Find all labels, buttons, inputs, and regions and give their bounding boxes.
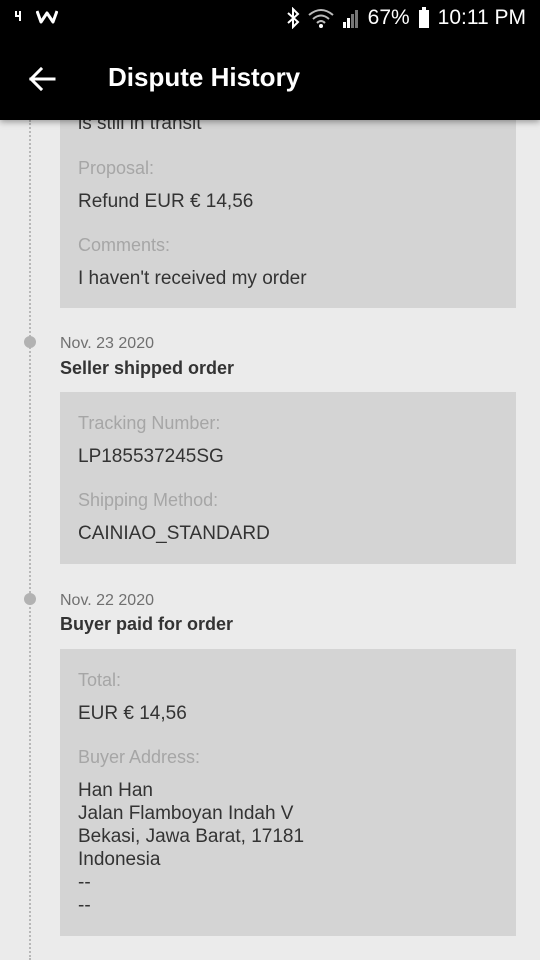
comments-value: I haven't received my order [78,268,307,289]
buyer-address-label: Buyer Address: [78,747,201,767]
comments-label: Comments: [78,235,171,255]
buyer-address-value: Han Han Jalan Flamboyan Indah V Bekasi, … [78,780,305,916]
shipping-method-value: CAINIAO_STANDARD [78,523,270,544]
tracking-number-value: LP185537245SG [78,446,224,467]
event-card: is still in transit Proposal: Refund EUR… [60,120,516,308]
event-card: Tracking Number: LP185537245SG Shipping … [60,392,516,564]
event-date: Nov. 22 2020 [60,592,154,609]
proposal-label: Proposal: [78,158,155,178]
battery-percent: 67% [367,6,410,29]
w-logo-icon [36,8,58,24]
timeline-dot [24,593,36,605]
timeline-dot [24,336,36,348]
proposal-value: Refund EUR € 14,56 [78,191,254,212]
event-title: Buyer paid for order [60,614,234,634]
app-bar: Dispute History [0,38,540,120]
partial-text: is still in transit [78,120,202,134]
dispute-timeline[interactable]: is still in transit Proposal: Refund EUR… [0,120,540,960]
event-card: Total: EUR € 14,56 Buyer Address: Han Ha… [60,649,516,936]
arrow-left-icon [28,66,56,92]
event-date: Nov. 23 2020 [60,335,154,352]
wifi-icon [308,8,334,28]
battery-icon [418,7,430,29]
total-label: Total: [78,670,122,690]
page-title: Dispute History [108,62,301,92]
back-button[interactable] [26,63,58,95]
total-value: EUR € 14,56 [78,703,187,724]
status-bar: 67% 10:11 PM [0,0,540,38]
shipping-method-label: Shipping Method: [78,490,219,510]
clock: 10:11 PM [437,6,526,29]
tracking-number-label: Tracking Number: [78,413,221,433]
timeline-line [29,120,31,960]
notification-icon [14,9,26,23]
event-title: Seller shipped order [60,358,235,378]
bluetooth-icon [286,7,300,29]
signal-icon [342,8,360,28]
